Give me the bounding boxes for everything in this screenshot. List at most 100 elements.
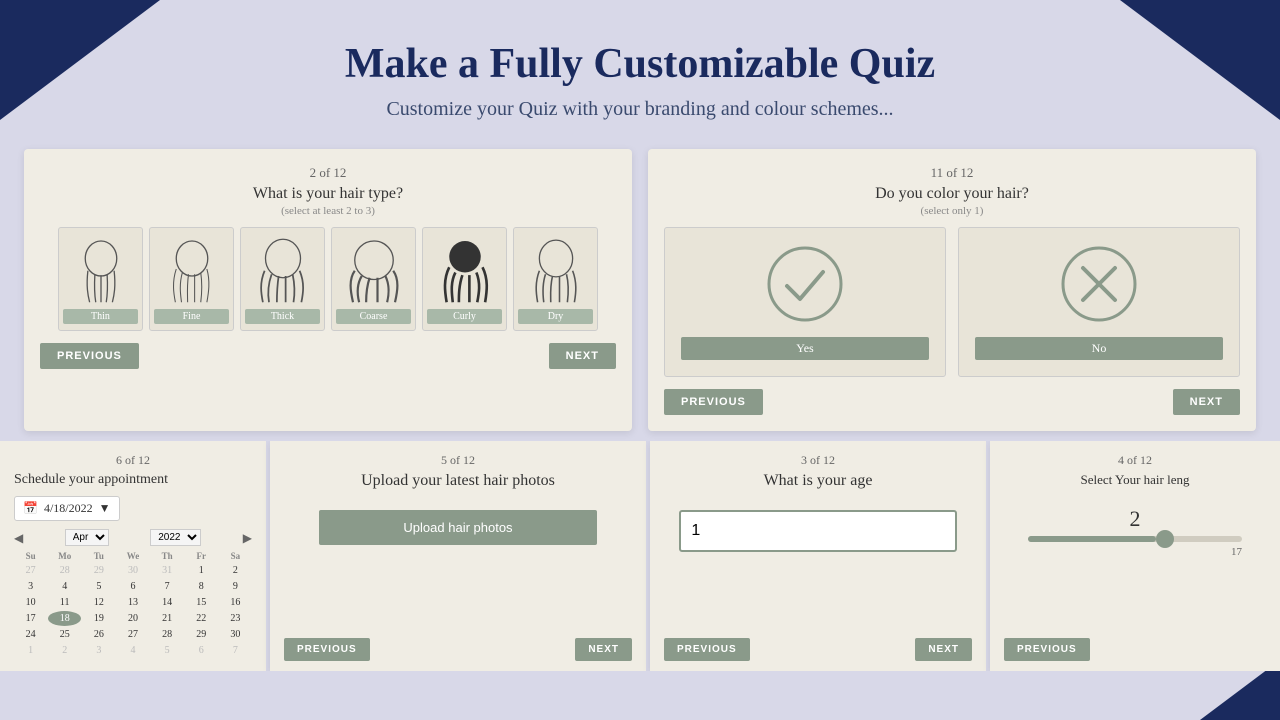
cal-month-select[interactable]: Apr bbox=[65, 529, 109, 546]
cal-day[interactable]: 20 bbox=[116, 611, 149, 626]
card5-next-button[interactable]: NEXT bbox=[915, 638, 972, 661]
cal-day[interactable]: 26 bbox=[82, 627, 115, 642]
calendar-grid: ◀ Apr 2022 ▶ Su Mo Tu We Th Fr Sa bbox=[14, 529, 252, 658]
cal-day[interactable]: 5 bbox=[82, 579, 115, 594]
cal-day[interactable]: 27 bbox=[14, 563, 47, 578]
cal-day[interactable]: 4 bbox=[116, 643, 149, 658]
card2-nav: PREVIOUS NEXT bbox=[664, 389, 1240, 415]
card4-prev-button[interactable]: PREVIOUS bbox=[284, 638, 370, 661]
card1-counter: 2 of 12 bbox=[40, 165, 616, 181]
cal-day[interactable]: 6 bbox=[185, 643, 218, 658]
color-hair-card: 11 of 12 Do you color your hair? (select… bbox=[648, 149, 1256, 431]
yes-option[interactable]: Yes bbox=[664, 227, 946, 377]
cal-day[interactable]: 6 bbox=[116, 579, 149, 594]
cal-day[interactable]: 29 bbox=[82, 563, 115, 578]
cal-day[interactable]: 3 bbox=[82, 643, 115, 658]
cal-day[interactable]: 4 bbox=[48, 579, 81, 594]
cal-day[interactable]: 22 bbox=[185, 611, 218, 626]
cal-day[interactable]: 12 bbox=[82, 595, 115, 610]
dropdown-icon: ▼ bbox=[99, 501, 111, 516]
no-option[interactable]: No bbox=[958, 227, 1240, 377]
cal-day[interactable]: 5 bbox=[151, 643, 184, 658]
cal-day[interactable]: 29 bbox=[185, 627, 218, 642]
card6-prev-button[interactable]: PREVIOUS bbox=[1004, 638, 1090, 661]
cal-day[interactable]: 23 bbox=[219, 611, 252, 626]
card2-next-button[interactable]: NEXT bbox=[1173, 389, 1240, 415]
cal-day[interactable]: 2 bbox=[219, 563, 252, 578]
cal-day[interactable]: 30 bbox=[219, 627, 252, 642]
day-header-tu: Tu bbox=[82, 550, 115, 562]
cal-day[interactable]: 14 bbox=[151, 595, 184, 610]
coarse-hair-icon bbox=[339, 234, 409, 304]
cal-day[interactable]: 16 bbox=[219, 595, 252, 610]
thick-label: Thick bbox=[245, 309, 320, 324]
cal-day[interactable]: 7 bbox=[219, 643, 252, 658]
cal-day[interactable]: 25 bbox=[48, 627, 81, 642]
schedule-card: 6 of 12 Schedule your appointment 📅 4/18… bbox=[0, 441, 270, 671]
cal-day[interactable]: 7 bbox=[151, 579, 184, 594]
card2-prev-button[interactable]: PREVIOUS bbox=[664, 389, 763, 415]
card3-counter: 6 of 12 bbox=[14, 453, 252, 468]
card1-prev-button[interactable]: PREVIOUS bbox=[40, 343, 139, 369]
card5-prev-button[interactable]: PREVIOUS bbox=[664, 638, 750, 661]
age-input[interactable] bbox=[679, 510, 956, 552]
day-header-mo: Mo bbox=[48, 550, 81, 562]
cross-icon bbox=[1059, 244, 1139, 324]
bottom-quiz-row: 6 of 12 Schedule your appointment 📅 4/18… bbox=[0, 441, 1280, 671]
cal-day[interactable]: 19 bbox=[82, 611, 115, 626]
cal-day[interactable]: 28 bbox=[151, 627, 184, 642]
cal-day[interactable]: 21 bbox=[151, 611, 184, 626]
cal-day[interactable]: 13 bbox=[116, 595, 149, 610]
card3-question: Schedule your appointment bbox=[14, 472, 252, 488]
hair-option-thick[interactable]: Thick bbox=[240, 227, 325, 331]
cal-day[interactable]: 31 bbox=[151, 563, 184, 578]
cal-day[interactable]: 30 bbox=[116, 563, 149, 578]
yes-no-options: Yes No bbox=[664, 227, 1240, 377]
cal-day[interactable]: 27 bbox=[116, 627, 149, 642]
cal-prev-button[interactable]: ◀ bbox=[14, 531, 23, 545]
cal-day-today[interactable]: 18 bbox=[48, 611, 81, 626]
day-header-su: Su bbox=[14, 550, 47, 562]
hair-option-coarse[interactable]: Coarse bbox=[331, 227, 416, 331]
cal-day[interactable]: 24 bbox=[14, 627, 47, 642]
age-card: 3 of 12 What is your age PREVIOUS NEXT bbox=[650, 441, 990, 671]
cal-day[interactable]: 10 bbox=[14, 595, 47, 610]
cal-year-select[interactable]: 2022 bbox=[150, 529, 201, 546]
cal-day[interactable]: 1 bbox=[14, 643, 47, 658]
cal-day[interactable]: 15 bbox=[185, 595, 218, 610]
card1-next-button[interactable]: NEXT bbox=[549, 343, 616, 369]
cal-day[interactable]: 9 bbox=[219, 579, 252, 594]
cal-day[interactable]: 8 bbox=[185, 579, 218, 594]
card4-counter: 5 of 12 bbox=[284, 453, 632, 468]
cal-day[interactable]: 3 bbox=[14, 579, 47, 594]
card4-next-button[interactable]: NEXT bbox=[575, 638, 632, 661]
dry-hair-icon bbox=[521, 234, 591, 304]
cal-day[interactable]: 1 bbox=[185, 563, 218, 578]
hair-option-curly[interactable]: Curly bbox=[422, 227, 507, 331]
thin-label: Thin bbox=[63, 309, 138, 324]
hair-option-thin[interactable]: Thin bbox=[58, 227, 143, 331]
cal-day[interactable]: 2 bbox=[48, 643, 81, 658]
cal-day[interactable]: 17 bbox=[14, 611, 47, 626]
dry-label: Dry bbox=[518, 309, 593, 324]
checkmark-icon bbox=[765, 244, 845, 324]
hair-option-dry[interactable]: Dry bbox=[513, 227, 598, 331]
slider-max-label: 17 bbox=[1231, 546, 1242, 558]
calendar-icon: 📅 bbox=[23, 501, 38, 516]
slider-track bbox=[1028, 536, 1242, 542]
card2-question: Do you color your hair? bbox=[875, 185, 1029, 202]
hair-option-fine[interactable]: Fine bbox=[149, 227, 234, 331]
card1-nav: PREVIOUS NEXT bbox=[40, 343, 616, 369]
yes-label: Yes bbox=[681, 337, 929, 360]
cal-day[interactable]: 28 bbox=[48, 563, 81, 578]
fine-hair-icon bbox=[157, 234, 227, 304]
slider-range: 17 bbox=[1018, 546, 1252, 558]
cal-next-button[interactable]: ▶ bbox=[243, 531, 252, 545]
upload-photos-button[interactable]: Upload hair photos bbox=[319, 510, 597, 545]
date-value: 4/18/2022 bbox=[44, 501, 93, 516]
cal-day[interactable]: 11 bbox=[48, 595, 81, 610]
card6-counter: 4 of 12 bbox=[1004, 453, 1266, 468]
card2-counter: 11 of 12 bbox=[664, 165, 1240, 181]
date-picker-bar[interactable]: 📅 4/18/2022 ▼ bbox=[14, 496, 120, 521]
day-header-we: We bbox=[116, 550, 149, 562]
